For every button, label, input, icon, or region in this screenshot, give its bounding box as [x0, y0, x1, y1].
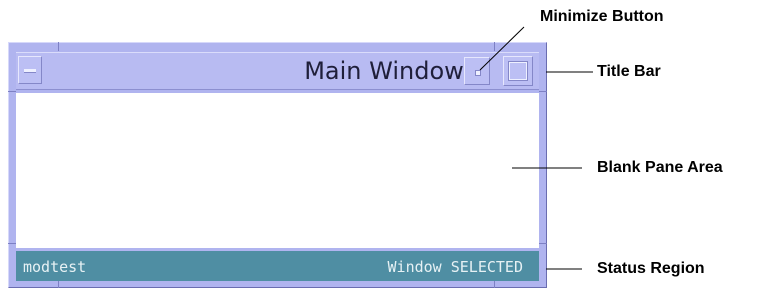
resize-notch-top-right — [494, 42, 495, 51]
minimize-button[interactable] — [464, 57, 490, 85]
resize-notch-bottom-left — [58, 281, 59, 288]
status-left-text: modtest — [23, 258, 87, 276]
resize-notch-right-bottom — [539, 243, 547, 244]
blank-pane[interactable] — [16, 93, 539, 248]
status-region-callout: Status Region — [597, 260, 705, 277]
status-right-text: Window SELECTED — [387, 258, 523, 276]
minimize-icon — [475, 70, 481, 76]
title-bar-callout: Title Bar — [597, 63, 661, 80]
resize-notch-left-top — [8, 91, 16, 92]
resize-notch-bottom-right — [494, 281, 495, 288]
resize-notch-top-left — [58, 42, 59, 51]
resize-notch-left-bottom — [8, 243, 16, 244]
maximize-icon — [508, 61, 528, 81]
blank-pane-callout: Blank Pane Area — [597, 159, 723, 176]
minimize-button-callout: Minimize Button — [540, 8, 664, 25]
resize-notch-right-top — [539, 91, 547, 92]
maximize-button[interactable] — [503, 56, 533, 86]
